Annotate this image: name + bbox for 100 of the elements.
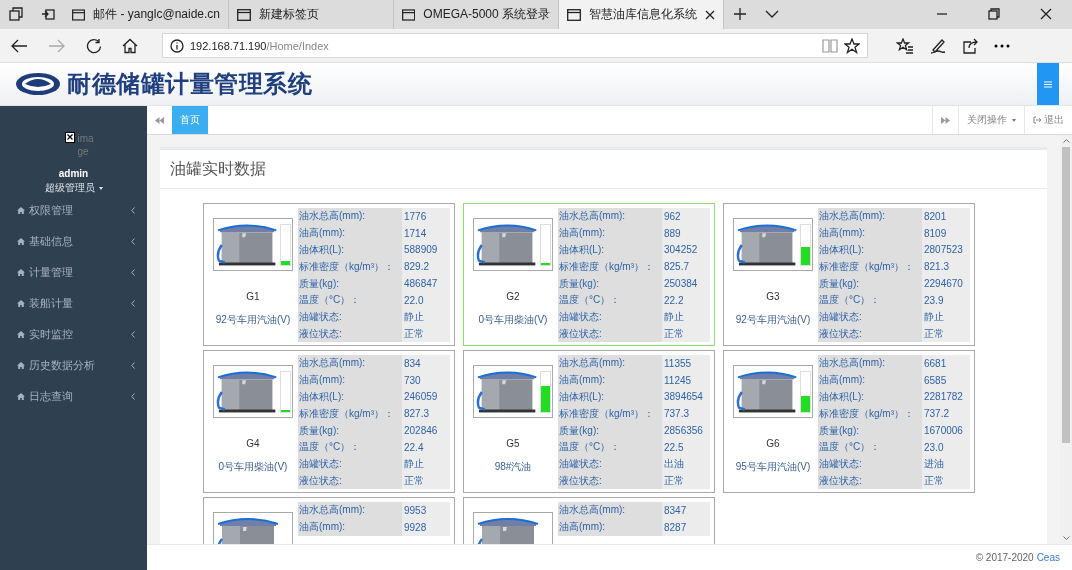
tank-name: G6 [766,438,780,449]
product-name: 98#汽油 [494,460,532,474]
field-label: 油水总高(mm): [818,208,922,225]
sidebar-menu-item[interactable]: 计量管理 [0,257,147,288]
field-label: 标准密度（kg/m³）： [558,258,662,276]
close-actions-dropdown[interactable]: 关闭操作 [958,106,1024,134]
field-label: 油水总高(mm): [558,208,662,225]
chevron-left-icon [131,331,135,338]
tank-name: G3 [766,291,780,302]
field-label: 质量(kg): [818,422,922,439]
home-icon [17,362,25,369]
user-name: admin [57,168,90,179]
broken-image-icon [64,132,75,143]
menu-icon [1044,80,1052,88]
restore-icon[interactable] [988,8,1000,20]
field-label: 油水总高(mm): [818,355,922,372]
share-icon[interactable] [962,37,978,54]
sidebar-menu-item[interactable]: 权限管理 [0,195,147,226]
tab-overview-icon[interactable] [9,7,23,21]
field-value: 962 [662,208,710,225]
tab-title: 新建标签页 [259,6,320,23]
pen-icon[interactable] [930,37,946,54]
tank-card[interactable]: G4 0号车用柴油(V) 油水总高(mm): 834 油高(mm): 730 油体积(L): 246059 标准密度（kg/m³）： 827.3 质量(kg): 202846 温度（°C）： 22.4 油罐状态: 静止 液位状态: 正常 [203,350,455,493]
field-value: 827.3 [402,405,450,423]
tank-card[interactable]: G1 92号车用汽油(V) 油水总高(mm): 1776 油高(mm): 1714 油体积(L): 588909 标准密度（kg/m³）： 829.2 质量(kg): 486847 温度（°C）： 22.0 油罐状态: 静止 液位状态: 正常 [203,203,455,346]
tank-card[interactable]: G2 0号车用柴油(V) 油水总高(mm): 962 油高(mm): 889 油体积(L): 304252 标准密度（kg/m³）： 825.7 质量(kg): 250384 温度（°C）： 22.2 油罐状态: 静止 液位状态: 正常 [463,203,715,346]
tank-card[interactable]: 油水总高(mm): 9953 油高(mm): 9928 [203,497,455,544]
address-field[interactable]: 192.168.71.190/Home/Index [162,33,868,58]
more-icon[interactable] [994,43,1010,48]
field-value: 834 [402,355,450,372]
product-name: 0号车用柴油(V) [218,460,288,474]
tank-card[interactable]: 油水总高(mm): 8347 油高(mm): 8287 [463,497,715,544]
field-label: 标准密度（kg/m³）： [818,258,922,276]
close-icon[interactable] [1040,8,1052,20]
browser-tab[interactable]: 智慧油库信息化系统 [559,0,724,29]
field-label: 质量(kg): [298,275,402,292]
sidebar-menu-item[interactable]: 实时监控 [0,319,147,350]
double-left-icon [155,116,164,124]
field-label: 油水总高(mm): [298,502,402,519]
back-icon[interactable] [10,37,28,54]
field-value: 9953 [402,502,450,519]
logout-button[interactable]: 退出 [1024,106,1072,134]
sidebar-menu-item[interactable]: 装船计量 [0,288,147,319]
sidebar-menu-item[interactable]: 历史数据分析 [0,350,147,381]
home-icon[interactable] [122,37,138,54]
tab-title: OMEGA-5000 系统登录 [423,6,550,23]
field-label: 标准密度（kg/m³）： [298,258,402,276]
field-value: 250384 [662,275,710,292]
field-value: 202846 [402,422,450,439]
app-title: 耐德储罐计量管理系统 [67,69,312,99]
field-label: 油水总高(mm): [298,208,402,225]
sidebar-menu-item[interactable]: 基础信息 [0,226,147,257]
product-name: 92号车用汽油(V) [215,313,291,327]
tank-name: G4 [246,438,260,449]
field-value: 8347 [662,502,710,519]
favorites-icon[interactable] [896,37,914,54]
field-label: 油水总高(mm): [558,502,662,519]
field-label: 油水总高(mm): [558,355,662,372]
page-icon [567,8,581,21]
home-icon [17,238,25,245]
sidebar-menu-item[interactable]: 日志查询 [0,381,147,412]
footer-link[interactable]: Ceas [1036,552,1060,563]
field-value: 737.2 [922,405,970,423]
tank-card[interactable]: G3 92号车用汽油(V) 油水总高(mm): 8201 油高(mm): 8109 油体积(L): 2807523 标准密度（kg/m³）： 821.3 质量(kg): 2294670 温度（°C）： 23.9 油罐状态: 静止 液位状态: 正常 [723,203,975,346]
tank-card[interactable]: G5 98#汽油 油水总高(mm): 11355 油高(mm): 11245 油体积(L): 3894654 标准密度（kg/m³）： 737.3 质量(kg): 2856356 温度（°C）： 22.5 油罐状态: 出油 液位状态: 正常 [463,350,715,493]
field-value: 8201 [922,208,970,225]
page-icon [237,8,251,21]
field-value: 1670006 [922,422,970,439]
new-tab-icon[interactable] [733,7,747,21]
tab-title: 邮件 - yanglc@naide.cn [93,6,220,23]
field-label: 油水总高(mm): [298,355,402,372]
product-name: 92号车用汽油(V) [735,313,811,327]
image-alt-text: image [77,132,95,158]
scrollbar-thumb[interactable] [1062,147,1070,443]
scrollbar[interactable] [1060,135,1072,544]
tank-card[interactable]: G6 95号车用汽油(V) 油水总高(mm): 6681 油高(mm): 6585 油体积(L): 2281782 标准密度（kg/m³）： 737.2 质量(kg): 1670006 温度（°C）： 23.0 油罐状态: 进油 液位状态: 正常 [723,350,975,493]
product-name: 95号车用汽油(V) [735,460,811,474]
panel-title: 油罐实时数据 [170,158,266,179]
copyright-text: © 2017-2020 [975,552,1034,563]
tank-name: G2 [506,291,520,302]
scroll-up-icon [1062,139,1070,143]
double-right-icon [941,116,950,124]
refresh-icon[interactable] [86,37,102,54]
chevron-left-icon [131,238,135,245]
field-label: 质量(kg): [558,422,662,439]
field-label: 标准密度（kg/m³）： [558,405,662,423]
star-icon[interactable] [844,37,860,54]
close-icon[interactable] [705,9,715,20]
field-label: 标准密度（kg/m³）： [298,405,402,423]
logo-icon [15,71,61,97]
field-value: 1776 [402,208,450,225]
field-value: 2294670 [922,275,970,292]
field-label: 标准密度（kg/m³）： [818,405,922,423]
chevron-left-icon [131,207,135,214]
field-value: 11355 [662,355,710,372]
home-icon [17,207,25,214]
user-role-dropdown[interactable]: 超级管理员 [44,181,103,195]
field-value: 2856356 [662,422,710,439]
home-icon [17,393,25,400]
set-aside-tabs-icon[interactable] [41,7,55,21]
